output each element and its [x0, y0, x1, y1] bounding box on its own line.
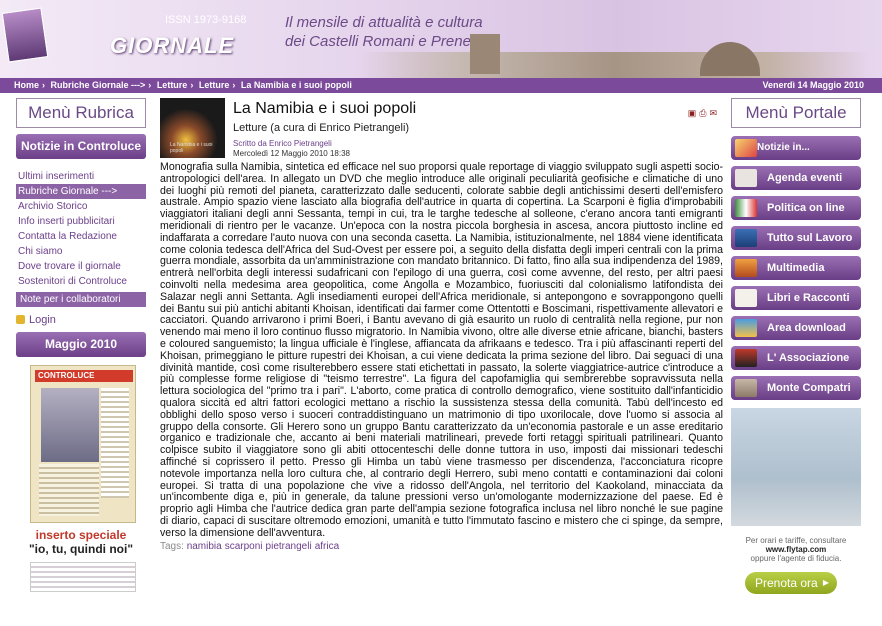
- tag-link[interactable]: scarponi: [225, 541, 263, 552]
- portal-associazione-label: L' Associazione: [767, 352, 850, 364]
- tagline-line1: Il mensile di attualità e cultura: [285, 14, 483, 31]
- login-link[interactable]: Login: [16, 313, 146, 328]
- left-column: Menù Rubrica Notizie in Controluce Ultim…: [16, 98, 146, 592]
- thumbnail-caption: La Namibia e i suoi popoli: [170, 142, 213, 154]
- breadcrumb: Home › Rubriche Giornale ---> › Letture › L…: [14, 80, 352, 90]
- books-icon: [735, 229, 757, 247]
- current-date: Venerdì 14 Maggio 2010: [762, 80, 864, 90]
- breadcrumb-rubriche[interactable]: Rubriche Giornale --->: [51, 80, 146, 90]
- arrow-right-icon: ▶: [822, 578, 829, 587]
- tag-link[interactable]: namibia: [187, 541, 222, 552]
- logo[interactable]: [1, 7, 49, 63]
- pdf-icon[interactable]: ▣: [688, 108, 697, 118]
- article-body: Monografia sulla Namibia, sintetica ed e…: [160, 161, 723, 539]
- menu-item-ultimi[interactable]: Ultimi inserimenti: [16, 169, 146, 184]
- month-bar[interactable]: Maggio 2010: [16, 332, 146, 357]
- nav-bar: Home › Rubriche Giornale ---> › Letture › L…: [0, 78, 882, 93]
- ad-line1: Per orari e tariffe, consultare: [745, 536, 847, 545]
- download-icon: [735, 319, 757, 337]
- portal-agenda-button[interactable]: Agenda eventi: [731, 166, 861, 190]
- header-town-image: [360, 34, 870, 78]
- portal-agenda-label: Agenda eventi: [767, 172, 843, 184]
- tag-link[interactable]: pietrangeli: [266, 541, 312, 552]
- login-label: Login: [29, 314, 56, 326]
- tagline-line2: dei Castelli Romani e Prenestini: [285, 33, 498, 50]
- church-icon: [735, 379, 757, 397]
- lock-icon: [16, 315, 25, 324]
- article-thumbnail: La Namibia e i suoi popoli: [160, 98, 225, 158]
- inserto-quote[interactable]: "io, tu, quindi noi": [16, 542, 146, 556]
- media-icon: [735, 259, 757, 277]
- rubrica-menu: Ultimi inserimenti Rubriche Giornale ---…: [16, 169, 146, 289]
- prenota-label: Prenota ora: [755, 576, 818, 590]
- cover-image: [41, 388, 99, 462]
- portal-download-button[interactable]: Area download: [731, 316, 861, 340]
- menu-item-sostenitori[interactable]: Sostenitori di Controluce: [16, 274, 146, 289]
- ad-text: Per orari e tariffe, consultare www.flyt…: [731, 536, 861, 563]
- menu-item-rubriche[interactable]: Rubriche Giornale --->: [16, 184, 146, 199]
- breadcrumb-letture[interactable]: Letture: [157, 80, 188, 90]
- breadcrumb-home[interactable]: Home: [14, 80, 39, 90]
- notizie-bar[interactable]: Notizie in Controluce: [16, 134, 146, 159]
- portal-lavoro-button[interactable]: Tutto sul Lavoro: [731, 226, 861, 250]
- magazine-cover[interactable]: CONTROLUCE: [30, 365, 136, 523]
- menu-rubrica-title: Menù Rubrica: [16, 98, 146, 128]
- menu-item-contatta[interactable]: Contatta la Redazione: [16, 229, 146, 244]
- article-body-wrap: Monografia sulla Namibia, sintetica ed e…: [160, 161, 723, 553]
- book-icon: [735, 289, 757, 307]
- ad-line3: oppure l'agente di fiducia.: [750, 554, 842, 563]
- portal-libri-label: Libri e Racconti: [767, 292, 850, 304]
- portal-monte-compatri-label: Monte Compatri: [767, 382, 851, 394]
- menu-item-archivio[interactable]: Archivio Storico: [16, 199, 146, 214]
- article-tags: Tags: namibia scarponi pietrangeli africa: [160, 541, 723, 553]
- portal-notizie-button[interactable]: Notizie in... Controluce: [731, 136, 861, 177]
- menu-item-info-inserti[interactable]: Info inserti pubblicitari: [16, 214, 146, 229]
- portal-monte-compatri-button[interactable]: Monte Compatri: [731, 376, 861, 400]
- portal-multimedia-button[interactable]: Multimedia: [731, 256, 861, 280]
- tag-link[interactable]: africa: [315, 541, 339, 552]
- cover-lower: [39, 464, 99, 516]
- menu-item-chi-siamo[interactable]: Chi siamo: [16, 244, 146, 259]
- portal-politica-button[interactable]: Politica on line: [731, 196, 861, 220]
- portal-libri-button[interactable]: Libri e Racconti: [731, 286, 861, 310]
- inserto-thumbnail[interactable]: [30, 562, 136, 592]
- email-icon[interactable]: ✉: [709, 108, 717, 118]
- ad-image[interactable]: [731, 408, 861, 526]
- portal-download-label: Area download: [767, 322, 846, 334]
- pencil-icon: [735, 139, 757, 157]
- people-icon: [735, 349, 757, 367]
- portal-multimedia-label: Multimedia: [767, 262, 825, 274]
- menu-item-dove-trovare[interactable]: Dove trovare il giornale: [16, 259, 146, 274]
- article-author: Scritto da Enrico Pietrangeli: [233, 139, 332, 148]
- ad-url[interactable]: www.flytap.com: [731, 545, 861, 554]
- menu-portale-title: Menù Portale: [731, 98, 861, 128]
- portal-politica-label: Politica on line: [767, 202, 845, 214]
- article-date: Mercoledì 12 Maggio 2010 18:38: [233, 149, 350, 158]
- print-icon[interactable]: ⎙: [699, 108, 706, 118]
- right-column: Menù Portale Notizie in... Controluce Ag…: [731, 98, 861, 594]
- site-header: ISSN 1973-9168 GIORNALE Il mensile di at…: [0, 0, 882, 78]
- calendar-icon: [735, 169, 757, 187]
- cover-sidebar: [101, 388, 129, 498]
- article-title: La Namibia e i suoi popoli: [233, 100, 417, 117]
- breadcrumb-letture-2[interactable]: Letture: [199, 80, 230, 90]
- tags-label: Tags:: [160, 540, 184, 552]
- issn: ISSN 1973-9168: [165, 14, 247, 26]
- brand-title[interactable]: GIORNALE: [110, 33, 234, 59]
- portal-lavoro-label: Tutto sul Lavoro: [767, 232, 853, 244]
- inserto-title[interactable]: inserto speciale: [16, 528, 146, 542]
- cover-header: CONTROLUCE: [35, 370, 133, 382]
- portal-associazione-button[interactable]: L' Associazione: [731, 346, 861, 370]
- article-tools: ▣ ⎙ ✉: [685, 108, 717, 119]
- article-category: Letture (a cura di Enrico Pietrangeli): [233, 122, 410, 134]
- breadcrumb-current: La Namibia e i suoi popoli: [240, 80, 352, 90]
- prenota-button[interactable]: Prenota ora ▶: [745, 572, 837, 594]
- menu-item-note-collaboratori[interactable]: Note per i collaboratori: [16, 292, 146, 307]
- tagline: Il mensile di attualità e cultura dei Ca…: [285, 13, 498, 51]
- flag-icon: [735, 199, 757, 217]
